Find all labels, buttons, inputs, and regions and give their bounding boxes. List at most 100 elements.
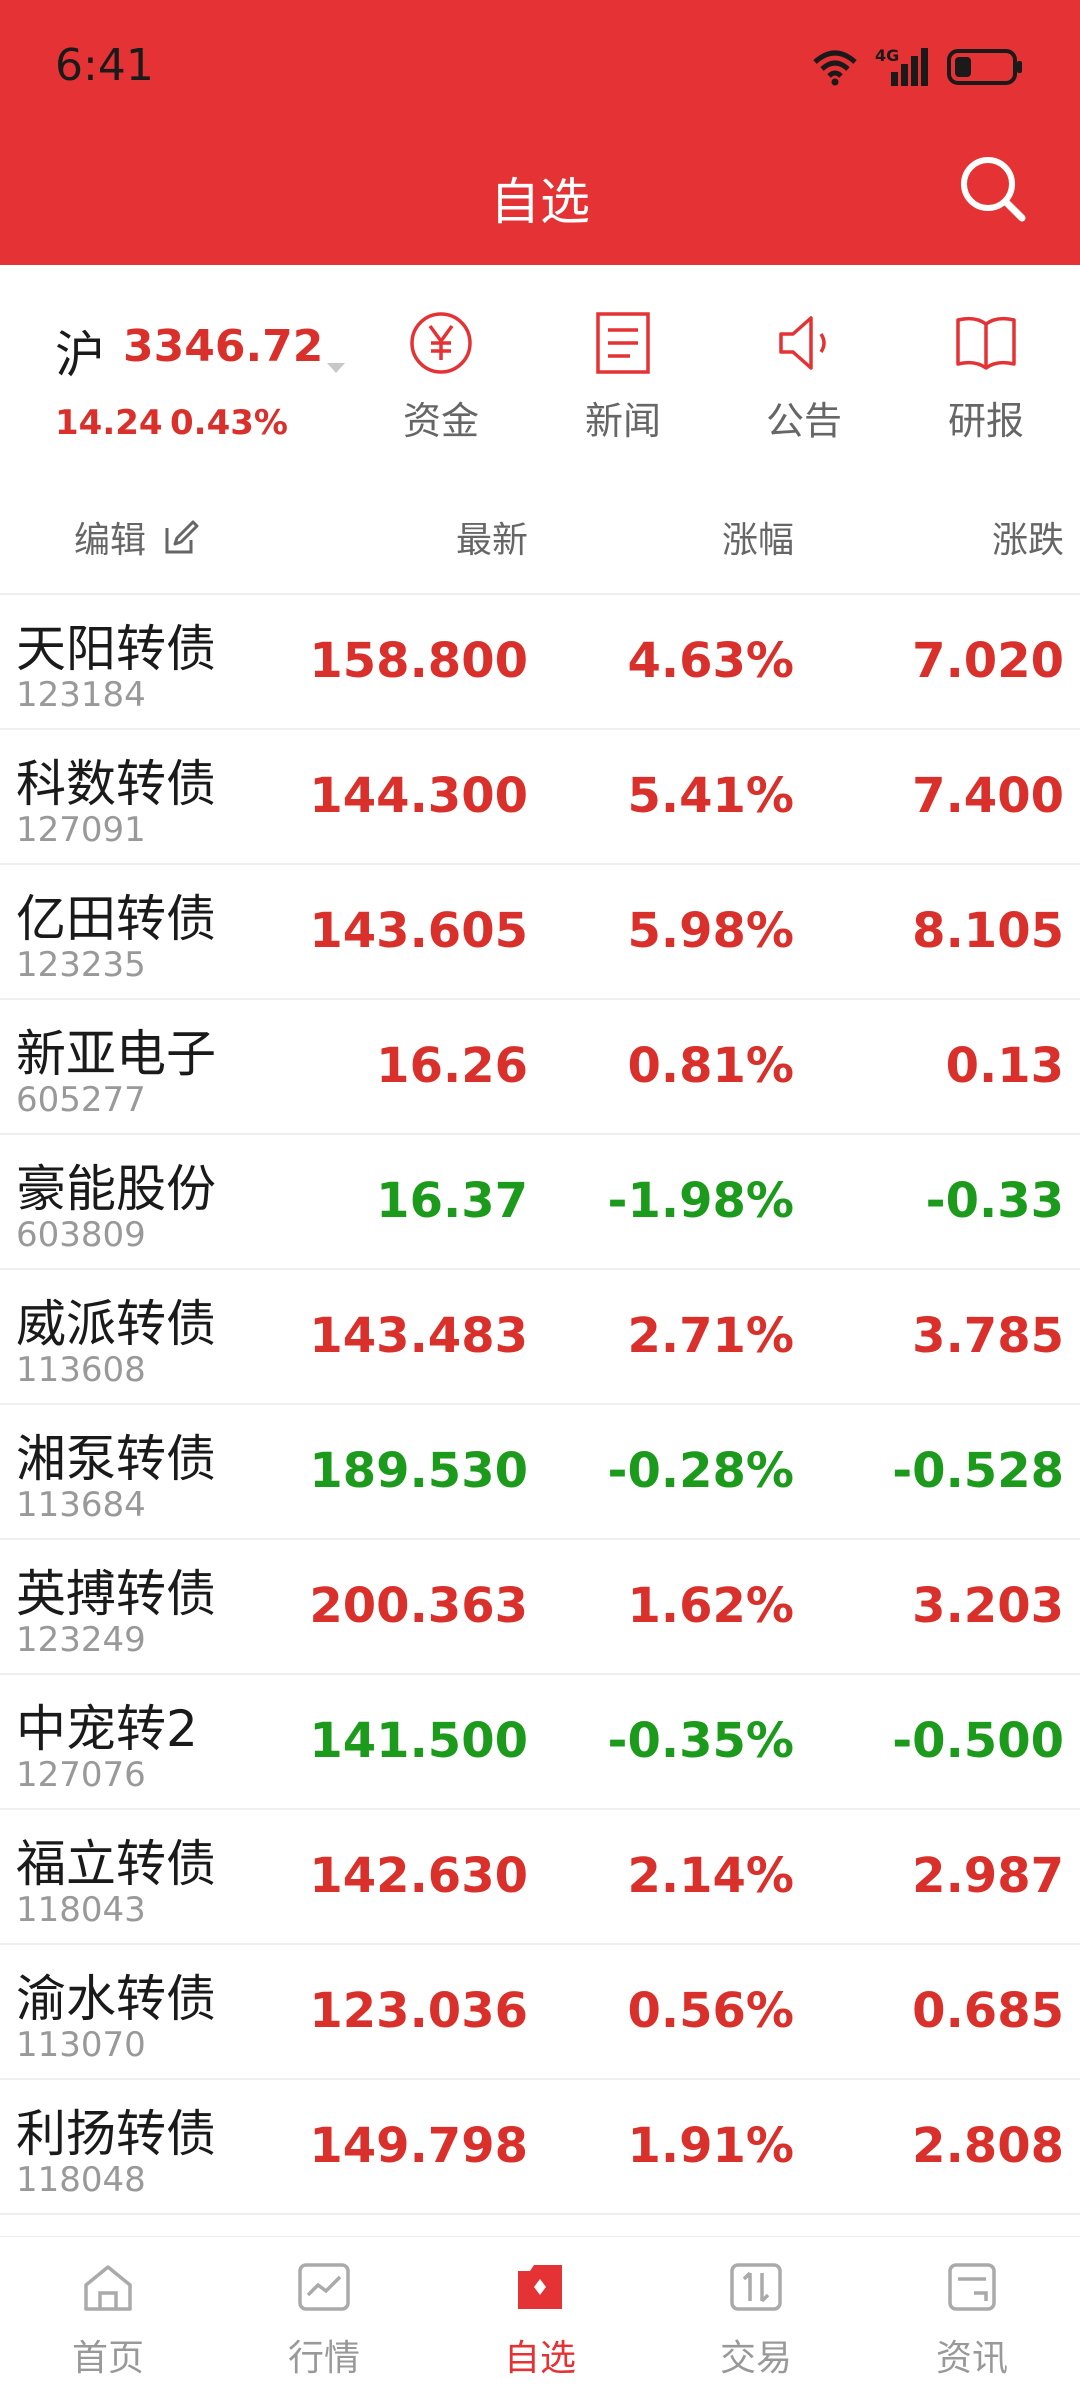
tab-label: 首页 [71, 2338, 144, 2379]
quick-action-news[interactable]: 新闻 [558, 310, 688, 445]
index-value: 3346.72 [123, 321, 324, 372]
stock-change-pct: -1.98% [607, 1173, 794, 1229]
table-row[interactable]: 湘泵转债 113684 189.530 -0.28% -0.528 [0, 1403, 1080, 1538]
stock-change-pct: 1.62% [627, 1578, 794, 1634]
quick-action-label: 资金 [402, 399, 479, 443]
stock-change-pct: 5.98% [627, 903, 794, 959]
tab-news[interactable]: 资讯 [902, 2259, 1042, 2381]
stock-name: 中宠转2 [16, 1700, 198, 1758]
stock-price: 142.630 [309, 1848, 528, 1904]
table-row[interactable]: 中宠转2 127076 141.500 -0.35% -0.500 [0, 1673, 1080, 1808]
yuan-circle-icon [410, 312, 472, 374]
speaker-icon [779, 316, 826, 370]
tab-label: 资讯 [935, 2338, 1008, 2379]
stock-change: 3.785 [912, 1308, 1064, 1364]
index-change: 14.24 [55, 403, 163, 443]
edit-button[interactable]: 编辑 [74, 511, 199, 563]
stock-price: 144.300 [309, 768, 528, 824]
column-header: 编辑 最新 涨幅 涨跌 [0, 475, 1080, 595]
table-row[interactable]: 新亚电子 605277 16.26 0.81% 0.13 [0, 998, 1080, 1133]
stock-price: 149.798 [309, 2118, 528, 2174]
status-time: 6:41 [55, 40, 154, 91]
edit-icon [165, 520, 199, 554]
table-row[interactable]: 威派转债 113608 143.483 2.71% 3.785 [0, 1268, 1080, 1403]
stock-change-pct: -0.28% [607, 1443, 794, 1499]
stock-price: 16.37 [376, 1173, 528, 1229]
stock-price: 123.036 [309, 1983, 528, 2039]
tab-home[interactable]: 首页 [38, 2259, 178, 2381]
stock-change-pct: 0.56% [627, 1983, 794, 2039]
stock-price: 200.363 [309, 1578, 528, 1634]
quick-action-label: 公告 [765, 399, 842, 443]
table-row[interactable]: 豪能股份 603809 16.37 -1.98% -0.33 [0, 1133, 1080, 1268]
stock-change: 7.020 [912, 633, 1064, 689]
index-summary[interactable]: 沪 3346.72 14.24 0.43% [0, 265, 1080, 475]
table-row[interactable]: 亿田转债 123235 143.605 5.98% 8.105 [0, 863, 1080, 998]
stock-code: 605277 [16, 1080, 146, 1120]
column-change-pct[interactable]: 涨幅 [722, 511, 794, 563]
stock-name: 威派转债 [16, 1295, 216, 1353]
table-row[interactable]: 利扬转债 118048 149.798 1.91% 2.808 [0, 2078, 1080, 2213]
stock-code: 127076 [16, 1755, 146, 1795]
stock-change-pct: 2.14% [627, 1848, 794, 1904]
stock-code: 127091 [16, 810, 146, 850]
table-row[interactable]: 科数转债 127091 144.300 5.41% 7.400 [0, 728, 1080, 863]
signal-icon: 4G [875, 46, 931, 88]
edit-label: 编辑 [74, 520, 147, 561]
document-icon [596, 312, 650, 374]
search-icon[interactable] [958, 154, 1028, 224]
stock-change: 0.13 [945, 1038, 1064, 1094]
column-change[interactable]: 涨跌 [992, 511, 1064, 563]
stock-code: 113684 [16, 1485, 146, 1525]
battery-icon [947, 49, 1022, 85]
column-latest[interactable]: 最新 [456, 511, 528, 563]
table-row[interactable]: 渝水转债 113070 123.036 0.56% 0.685 [0, 1943, 1080, 2078]
stock-price: 16.26 [376, 1038, 528, 1094]
table-row[interactable]: 英搏转债 123249 200.363 1.62% 3.203 [0, 1538, 1080, 1673]
stock-name: 湘泵转债 [16, 1430, 216, 1488]
bottom-tab-bar: 首页 行情 自选 交易 资讯 [0, 2236, 1080, 2388]
stock-code: 123184 [16, 675, 146, 715]
status-icons: 4G [811, 42, 1025, 92]
stock-code: 603809 [16, 1215, 146, 1255]
stock-code: 123249 [16, 1620, 146, 1660]
stock-name: 英搏转债 [16, 1565, 216, 1623]
tab-watchlist[interactable]: 自选 [470, 2259, 610, 2381]
stock-name: 渝水转债 [16, 1970, 216, 2028]
index-name: 沪 [55, 326, 105, 384]
news-icon [948, 2263, 996, 2311]
chart-icon [298, 2263, 350, 2311]
stock-name: 亿田转债 [16, 890, 216, 948]
stock-change-pct: 2.71% [627, 1308, 794, 1364]
stock-name: 天阳转债 [16, 620, 216, 678]
stock-price: 189.530 [309, 1443, 528, 1499]
stock-name: 科数转债 [16, 755, 216, 813]
stock-name: 利扬转债 [16, 2105, 216, 2163]
trade-icon [730, 2263, 782, 2311]
stock-price: 141.500 [309, 1713, 528, 1769]
stock-change: 8.105 [912, 903, 1064, 959]
home-icon [84, 2265, 132, 2311]
stock-code: 113608 [16, 1350, 146, 1390]
table-row[interactable]: 天阳转债 123184 158.800 4.63% 7.020 [0, 593, 1080, 728]
stock-change-pct: 4.63% [627, 633, 794, 689]
stock-change: 2.987 [912, 1848, 1064, 1904]
quick-action-announcement[interactable]: 公告 [739, 310, 869, 445]
quick-action-research[interactable]: 研报 [921, 310, 1051, 445]
stock-change: 0.685 [912, 1983, 1064, 2039]
tab-market[interactable]: 行情 [254, 2259, 394, 2381]
quick-action-label: 研报 [947, 399, 1024, 443]
wifi-icon [813, 50, 857, 86]
page-title: 自选 [490, 173, 590, 231]
stock-price: 143.483 [309, 1308, 528, 1364]
stock-price: 158.800 [309, 633, 528, 689]
quick-action-funds[interactable]: 资金 [376, 310, 506, 445]
stock-change-pct: 0.81% [627, 1038, 794, 1094]
stock-name: 新亚电子 [16, 1025, 216, 1083]
index-change-pct: 0.43% [170, 403, 288, 443]
tab-label: 自选 [503, 2338, 576, 2379]
watchlist-icon [518, 2265, 562, 2309]
table-row[interactable]: 福立转债 118043 142.630 2.14% 2.987 [0, 1808, 1080, 1943]
tab-trade[interactable]: 交易 [686, 2259, 826, 2381]
dropdown-caret-icon[interactable] [327, 363, 345, 373]
